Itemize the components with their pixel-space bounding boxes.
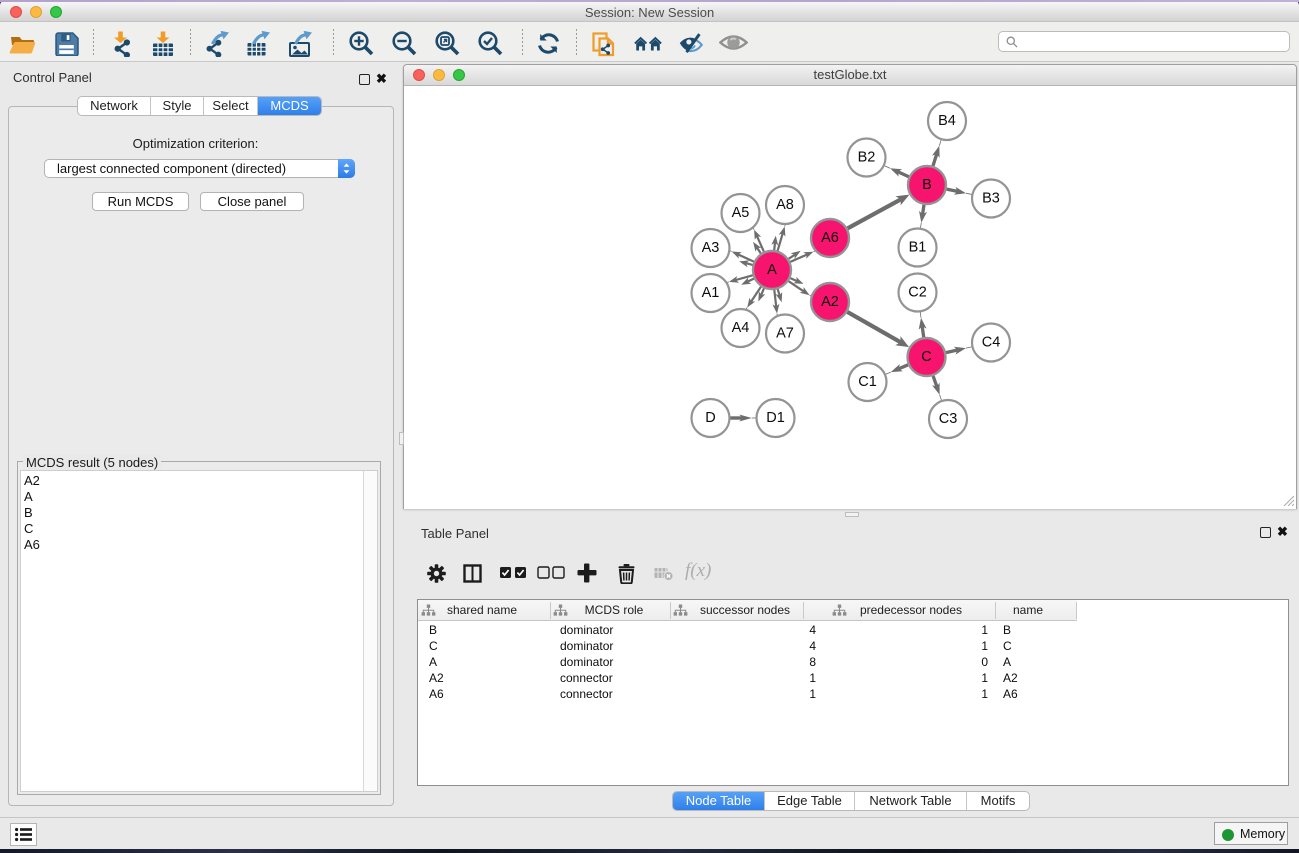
svg-text:A1: A1: [702, 285, 720, 301]
svg-text:A8: A8: [776, 197, 794, 213]
svg-text:D: D: [705, 410, 715, 426]
svg-text:A4: A4: [732, 320, 750, 336]
svg-text:A7: A7: [776, 326, 794, 342]
svg-text:A3: A3: [702, 240, 720, 256]
svg-text:C3: C3: [939, 411, 958, 427]
svg-text:C1: C1: [858, 374, 877, 390]
svg-text:B1: B1: [909, 240, 927, 256]
svg-text:A: A: [767, 262, 777, 278]
svg-text:A6: A6: [821, 230, 839, 246]
svg-text:C: C: [921, 349, 931, 365]
svg-text:C2: C2: [908, 285, 927, 301]
svg-text:A2: A2: [821, 294, 839, 310]
svg-text:B4: B4: [938, 113, 956, 129]
svg-text:B3: B3: [982, 191, 1000, 207]
svg-text:A5: A5: [732, 205, 750, 221]
svg-text:B: B: [922, 177, 932, 193]
svg-text:B2: B2: [858, 150, 876, 166]
svg-text:C4: C4: [982, 335, 1001, 351]
svg-text:D1: D1: [766, 410, 785, 426]
